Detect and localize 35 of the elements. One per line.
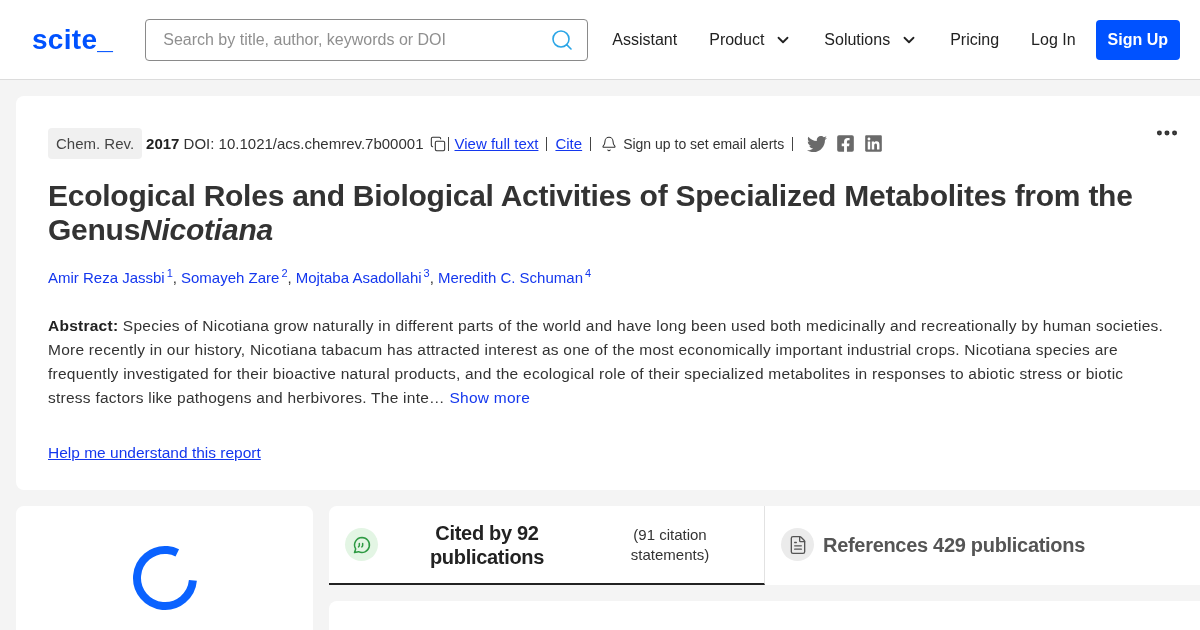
- show-more-link[interactable]: Show more: [449, 389, 531, 406]
- meta-link[interactable]: Cite: [555, 135, 583, 152]
- search-field[interactable]: Search by title, author, keywords or DOI: [145, 18, 589, 61]
- author-link[interactable]: Amir Reza Jassbi$^{1}$: [48, 267, 173, 286]
- facebook-icon[interactable]: [836, 134, 856, 153]
- quote-bubble-icon: [345, 528, 378, 561]
- nav-link[interactable]: Assistant: [612, 30, 678, 49]
- author-separator: ,: [429, 269, 434, 286]
- journal-tag: Chem. Rev.: [48, 128, 143, 159]
- document-icon: [781, 528, 814, 561]
- citations-tab[interactable]: Cited by 92 publications (91 citation statements): [329, 506, 765, 585]
- author-separator: ,: [172, 269, 177, 286]
- meta-link[interactable]: View full text: [454, 135, 539, 152]
- author-link[interactable]: Somayeh Zare$^{2}$: [181, 267, 288, 286]
- author-link[interactable]: Mojtaba Asadollahi$^{3}$: [295, 267, 430, 286]
- sign-up-button[interactable]: Sign Up: [1095, 19, 1180, 60]
- references-tab[interactable]: References 429 publications: [765, 506, 1200, 585]
- alert-link[interactable]: Sign up to set email alerts: [623, 135, 785, 152]
- bell-icon: [601, 135, 618, 152]
- nav-dropdown[interactable]: Product: [709, 30, 793, 49]
- author-separator: ,: [287, 269, 292, 286]
- twitter-icon[interactable]: [807, 133, 828, 154]
- help-link[interactable]: Help me understand this report: [48, 444, 261, 462]
- nav-link[interactable]: Log In: [1031, 30, 1076, 49]
- abstract-text: Abstract: Species of Nicotiana grow naturally in different parts of the world and have long been used both medicinally and recreationally by human societies. More recently in our history, Nicotiana tabacum has attracted interest as one of the most economically important industrial crops. Nicotiana species are frequently investigated for their bioactive natural products, and the ecological role of their specialized metabolites in responses to abiotic stress or biotic stress factors like pathogens and herbivores. The inte… Show more: [48, 316, 1165, 408]
- search-icon[interactable]: [550, 27, 575, 52]
- nav-link[interactable]: Pricing: [950, 30, 1000, 49]
- loading-spinner-icon: [131, 545, 198, 611]
- copy-icon[interactable]: [429, 135, 446, 152]
- logo[interactable]: scite_: [32, 23, 114, 56]
- linkedin-icon[interactable]: [864, 134, 884, 153]
- nav-dropdown[interactable]: Solutions: [824, 30, 919, 49]
- publication-info: 2017 DOI: 10.1021/acs.chemrev.7b00001: [146, 135, 424, 152]
- article-title: Ecological Roles and Biological Activities of Specialized Metabolites from the GenusNicotiana: [48, 179, 1134, 247]
- author-link[interactable]: Meredith C. Schuman$^{4}$: [437, 267, 592, 286]
